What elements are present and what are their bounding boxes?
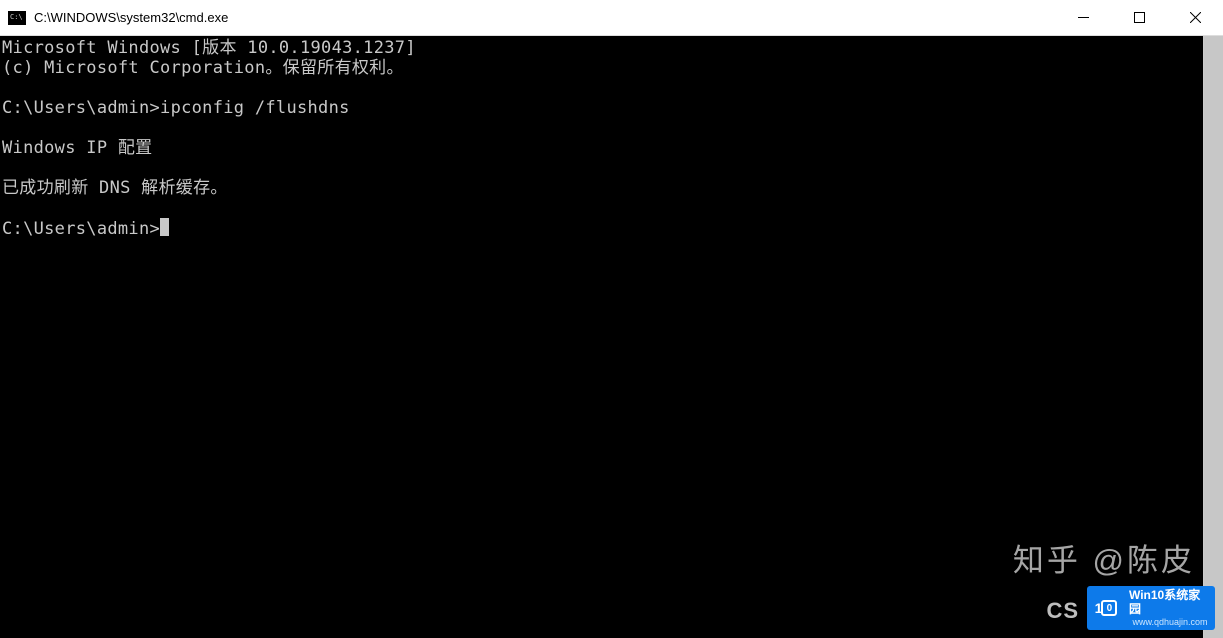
window-titlebar: C:\WINDOWS\system32\cmd.exe — [0, 0, 1223, 36]
close-button[interactable] — [1167, 0, 1223, 35]
prompt-text: C:\Users\admin> — [2, 219, 160, 239]
output-header: Windows IP 配置 — [2, 138, 152, 158]
scrollbar-thumb[interactable] — [1204, 36, 1223, 638]
badge-icon: 1 0 — [1087, 586, 1125, 630]
prompt-text: C:\Users\admin> — [2, 98, 160, 118]
cmd-icon — [8, 11, 26, 25]
version-line: Microsoft Windows [版本 10.0.19043.1237] — [2, 38, 416, 58]
minimize-button[interactable] — [1055, 0, 1111, 35]
csdn-watermark: CS — [1046, 598, 1079, 624]
close-icon — [1190, 12, 1201, 23]
copyright-line: (c) Microsoft Corporation。保留所有权利。 — [2, 58, 404, 78]
badge-main-text: Win10系统家园 — [1129, 589, 1211, 617]
terminal-cursor — [160, 218, 169, 236]
vertical-scrollbar[interactable] — [1203, 36, 1223, 638]
command-text: ipconfig /flushdns — [160, 98, 350, 118]
zhihu-watermark: 知乎 @陈皮 — [1013, 535, 1195, 580]
badge-sub-text: www.qdhuajin.com — [1132, 617, 1207, 627]
maximize-button[interactable] — [1111, 0, 1167, 35]
window-controls — [1055, 0, 1223, 35]
titlebar-left: C:\WINDOWS\system32\cmd.exe — [0, 10, 228, 25]
site-badge-watermark: 1 0 Win10系统家园 www.qdhuajin.com — [1087, 586, 1215, 630]
minimize-icon — [1078, 12, 1089, 23]
maximize-icon — [1134, 12, 1145, 23]
badge-text: Win10系统家园 www.qdhuajin.com — [1125, 586, 1215, 630]
window-title: C:\WINDOWS\system32\cmd.exe — [34, 10, 228, 25]
output-result: 已成功刷新 DNS 解析缓存。 — [2, 178, 228, 198]
